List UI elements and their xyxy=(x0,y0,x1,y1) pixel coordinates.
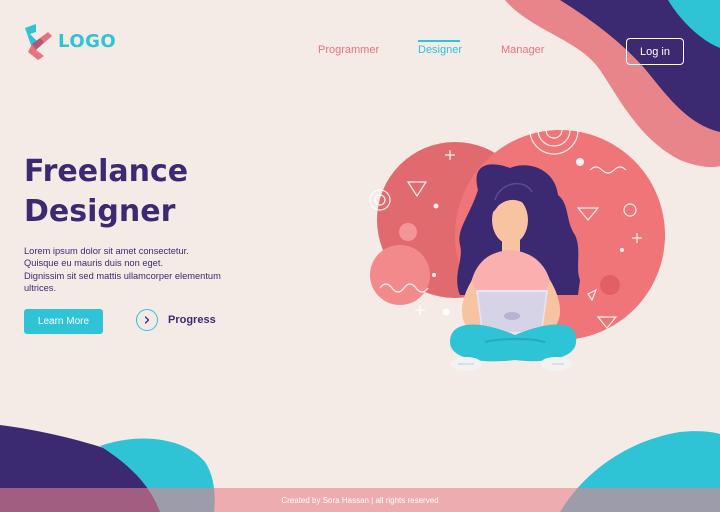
nav-designer[interactable]: Designer xyxy=(418,44,462,56)
title-line-1: Freelance xyxy=(24,154,189,189)
logo-text: LOGO xyxy=(58,30,117,52)
nav-manager[interactable]: Manager xyxy=(501,44,544,56)
page-title: Freelance Designer xyxy=(24,152,188,232)
logo-mark-icon xyxy=(25,24,52,60)
desc-line: ultrices. xyxy=(24,283,57,294)
title-line-2: Designer xyxy=(24,194,176,229)
nav-programmer[interactable]: Programmer xyxy=(318,44,379,56)
nav-active-indicator xyxy=(418,40,460,42)
learn-more-button[interactable]: Learn More xyxy=(24,309,103,334)
login-button[interactable]: Log in xyxy=(626,38,684,65)
chevron-right-icon xyxy=(144,316,150,324)
desc-line: Quisque eu mauris duis non eget. xyxy=(24,258,164,269)
hero-illustration xyxy=(369,129,665,371)
desc-line: Dignissim sit sed mattis ullamcorper ele… xyxy=(24,270,221,281)
footer-text: Created by Sora Hassan | all rights rese… xyxy=(281,495,439,505)
hero-description: Lorem ipsum dolor sit amet consectetur. … xyxy=(24,245,254,295)
progress-label: Progress xyxy=(168,314,216,326)
footer: Created by Sora Hassan | all rights rese… xyxy=(0,488,720,512)
progress-circle xyxy=(136,309,158,331)
progress-link[interactable]: Progress xyxy=(136,309,216,331)
logo[interactable]: LOGO xyxy=(22,22,116,60)
desc-line: Lorem ipsum dolor sit amet consectetur. xyxy=(24,246,189,256)
